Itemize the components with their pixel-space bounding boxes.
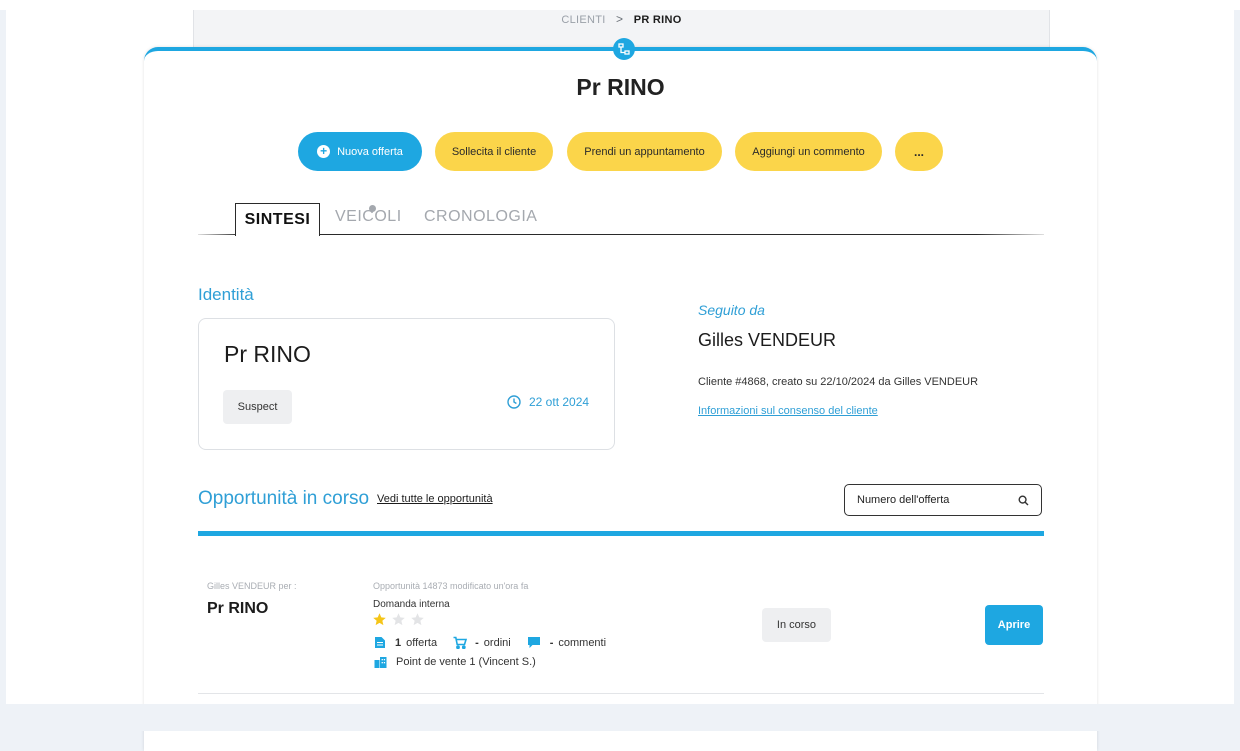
star-icon <box>411 613 424 626</box>
orders-label: ordini <box>483 636 511 649</box>
row-client-name: Pr RINO <box>207 600 269 617</box>
row-owner: Gilles VENDEUR per : <box>207 581 297 591</box>
all-opportunities-link[interactable]: Vedi tutte le opportunità <box>377 493 493 505</box>
solicit-client-button[interactable]: Sollecita il cliente <box>435 132 553 171</box>
document-icon <box>374 636 386 649</box>
opportunities-divider <box>198 531 1044 536</box>
appointment-button[interactable]: Prendi un appuntamento <box>567 132 722 171</box>
rating-stars <box>372 612 425 627</box>
status-badge: Suspect <box>223 390 292 424</box>
breadcrumb-parent[interactable]: CLIENTI <box>561 14 605 26</box>
offer-search-box <box>844 484 1042 516</box>
identity-section-title: Identità <box>198 285 254 304</box>
identity-date-text: 22 ott 2024 <box>529 395 590 409</box>
opportunities-section-title: Opportunità in corso <box>198 488 370 509</box>
tab-cronologia[interactable]: CRONOLOGIA <box>424 208 537 226</box>
comments-label: commenti <box>558 636 607 649</box>
tab-veicoli[interactable]: VEICOLI <box>335 208 402 226</box>
building-icon <box>374 656 387 668</box>
star-icon <box>392 613 405 626</box>
clock-icon <box>507 395 521 409</box>
search-icon[interactable] <box>1018 494 1029 506</box>
offers-count: 1 <box>395 636 402 649</box>
comments-count: - <box>549 636 554 649</box>
more-actions-button[interactable]: ... <box>895 132 943 171</box>
breadcrumb-separator: > <box>616 12 624 26</box>
tab-sintesi[interactable]: SINTESI <box>235 203 320 236</box>
point-of-sale: Point de vente 1 (Vincent S.) <box>374 656 536 668</box>
star-icon <box>373 613 386 626</box>
page-title: Pr RINO <box>576 74 665 100</box>
footer-strip <box>0 704 1240 731</box>
new-offer-label: Nuova offerta <box>337 145 403 158</box>
chat-icon <box>527 636 541 649</box>
orders-count: - <box>475 636 479 649</box>
breadcrumb: CLIENTI > PR RINO <box>194 12 1049 26</box>
add-comment-button[interactable]: Aggiungi un commento <box>735 132 882 171</box>
row-stats: 1 offerta - ordini - commenti <box>374 636 606 649</box>
veicoli-badge-icon <box>369 205 376 212</box>
row-divider <box>198 693 1044 694</box>
row-request-type: Domanda interna <box>373 599 450 610</box>
followed-by-name: Gilles VENDEUR <box>698 330 837 350</box>
breadcrumb-current: PR RINO <box>633 14 682 26</box>
client-info: Cliente #4868, creato su 22/10/2024 da G… <box>698 376 979 388</box>
point-of-sale-text: Point de vente 1 (Vincent S.) <box>396 656 536 668</box>
opportunity-status-badge: In corso <box>762 608 831 642</box>
offer-search-input[interactable] <box>855 493 1009 507</box>
cart-icon <box>453 636 468 649</box>
identity-card: Pr RINO Suspect 22 ott 2024 <box>198 318 615 450</box>
tab-divider <box>198 234 1044 235</box>
plus-icon: + <box>317 145 331 158</box>
identity-name: Pr RINO <box>224 341 311 367</box>
new-offer-button[interactable]: + Nuova offerta <box>298 132 422 171</box>
row-opportunity-info: Opportunità 14873 modificato un'ora fa <box>373 581 529 591</box>
hierarchy-icon[interactable] <box>613 38 635 60</box>
top-strip <box>0 0 1240 10</box>
open-opportunity-button[interactable]: Aprire <box>985 605 1043 645</box>
followed-by-label: Seguito da <box>698 302 765 318</box>
offers-label: offerta <box>406 636 438 649</box>
consent-link[interactable]: Informazioni sul consenso del cliente <box>698 405 878 417</box>
identity-date: 22 ott 2024 <box>507 395 589 409</box>
